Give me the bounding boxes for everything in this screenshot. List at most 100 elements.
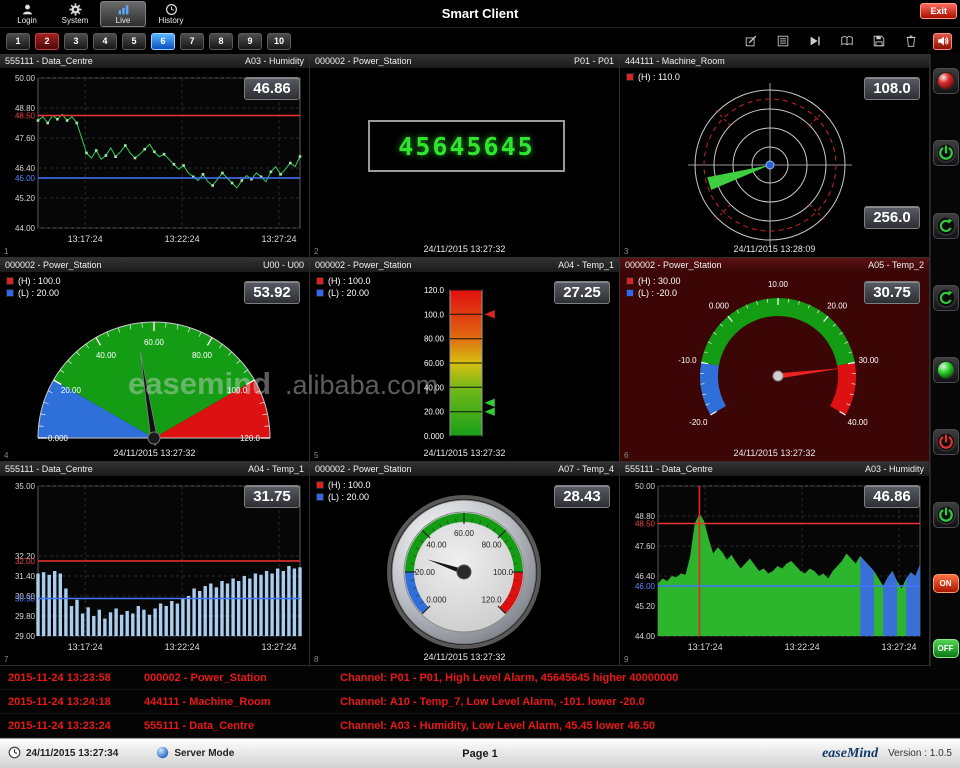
svg-text:80.00: 80.00 xyxy=(482,540,503,549)
legend-swatch xyxy=(316,481,324,489)
svg-text:40.00: 40.00 xyxy=(848,418,869,427)
page-button-5[interactable]: 5 xyxy=(122,33,146,50)
power-green-button[interactable] xyxy=(933,140,959,166)
legend-item: (L) : -20.0 xyxy=(626,288,681,298)
list-icon[interactable] xyxy=(773,33,792,50)
book-icon[interactable] xyxy=(837,33,856,50)
panel-arc-gauge-temp2[interactable]: 000002 - Power_StationA05 - Temp_2 -20.0… xyxy=(620,258,930,462)
panel-index: 4 xyxy=(4,451,8,460)
panel-source: 555111 - Data_Centre xyxy=(5,464,93,474)
panel-semi-gauge-u00[interactable]: 000002 - Power_StationU00 - U00 0.00020.… xyxy=(0,258,310,462)
alarm-row[interactable]: 2015-11-24 13:23:58000002 - Power_Statio… xyxy=(0,666,960,690)
panel-digital-power[interactable]: 000002 - Power_StationP01 - P01 45645645… xyxy=(310,54,620,258)
tab-history[interactable]: History xyxy=(148,1,194,27)
svg-text:50.00: 50.00 xyxy=(635,482,656,491)
page-button-8[interactable]: 8 xyxy=(209,33,233,50)
panel-radar-machine-room[interactable]: 444111 - Machine_Room (H) : 110.0108.025… xyxy=(620,54,930,258)
page-button-6[interactable]: 6 xyxy=(151,33,175,50)
save-icon[interactable] xyxy=(869,33,888,50)
panel-area-trend-humidity[interactable]: 555111 - Data_CentreA03 - Humidity 50.00… xyxy=(620,462,930,666)
value-display: 27.25 xyxy=(554,281,610,304)
refresh-green-button-2[interactable] xyxy=(933,285,959,311)
panel-trend-humidity[interactable]: 555111 - Data_CentreA03 - Humidity 50.00… xyxy=(0,54,310,258)
panel-round-gauge-temp4[interactable]: 000002 - Power_StationA07 - Temp_4 0.000… xyxy=(310,462,620,666)
off-button[interactable]: OFF xyxy=(933,639,959,658)
svg-text:30.00: 30.00 xyxy=(859,356,880,365)
exit-button[interactable]: Exit xyxy=(920,3,957,19)
brand-logo: easeMind xyxy=(822,746,878,762)
server-mode-text: Server Mode xyxy=(174,748,234,759)
svg-text:120.0: 120.0 xyxy=(240,434,261,443)
panel-header: 555111 - Data_CentreA03 - Humidity xyxy=(0,54,309,68)
panel-bar-trend-temp1[interactable]: 555111 - Data_CentreA04 - Temp_1 35.0032… xyxy=(0,462,310,666)
svg-text:60.00: 60.00 xyxy=(424,359,445,368)
alarm-source: 000002 - Power_Station xyxy=(144,672,340,684)
panel-header: 000002 - Power_StationA07 - Temp_4 xyxy=(310,462,619,476)
svg-text:31.40: 31.40 xyxy=(15,572,36,581)
power-green-button-2[interactable] xyxy=(933,502,959,528)
value-display: 53.92 xyxy=(244,281,300,304)
svg-text:100.0: 100.0 xyxy=(227,386,248,395)
panel-header: 444111 - Machine_Room xyxy=(620,54,929,68)
page-button-4[interactable]: 4 xyxy=(93,33,117,50)
alarm-log: 2015-11-24 13:23:58000002 - Power_Statio… xyxy=(0,666,960,738)
edit-icon[interactable] xyxy=(741,33,760,50)
panel-header: 000002 - Power_StationU00 - U00 xyxy=(0,258,309,272)
value-display: 30.75 xyxy=(864,281,920,304)
panel-source: 555111 - Data_Centre xyxy=(625,464,713,474)
panel-grid: 555111 - Data_CentreA03 - Humidity 50.00… xyxy=(0,54,930,666)
green-lamp-button[interactable] xyxy=(933,357,959,383)
export-icon[interactable] xyxy=(805,33,824,50)
panel-source: 000002 - Power_Station xyxy=(315,464,412,474)
svg-text:46.00: 46.00 xyxy=(635,582,656,591)
panel-channel: P01 - P01 xyxy=(574,56,614,66)
panel-header: 555111 - Data_CentreA03 - Humidity xyxy=(620,462,929,476)
value-display: 108.0 xyxy=(864,77,920,100)
user-icon xyxy=(21,3,34,16)
legend: (H) : 100.0(L) : 20.00 xyxy=(316,480,371,502)
svg-text:13:22:24: 13:22:24 xyxy=(785,642,820,652)
panel-index: 2 xyxy=(314,247,318,256)
legend-item: (H) : 100.0 xyxy=(316,480,371,490)
svg-text:13:17:24: 13:17:24 xyxy=(68,642,103,652)
on-button[interactable]: ON xyxy=(933,574,959,593)
title-bar: Login System Live History Smart Client E… xyxy=(0,0,960,28)
page-button-7[interactable]: 7 xyxy=(180,33,204,50)
value-display: 46.86 xyxy=(244,77,300,100)
panel-source: 000002 - Power_Station xyxy=(5,260,102,270)
status-datetime-text: 24/11/2015 13:27:34 xyxy=(26,748,118,759)
value-display: 31.75 xyxy=(244,485,300,508)
page-button-2[interactable]: 2 xyxy=(35,33,59,50)
panel-index: 3 xyxy=(624,247,628,256)
tab-live[interactable]: Live xyxy=(100,1,146,27)
legend-label: (H) : 110.0 xyxy=(638,72,680,82)
svg-text:80.00: 80.00 xyxy=(192,351,213,360)
smart-client-window: Login System Live History Smart Client E… xyxy=(0,0,960,768)
red-lamp-button[interactable] xyxy=(933,68,959,94)
status-datetime: 24/11/2015 13:27:34 xyxy=(8,746,118,762)
page-button-9[interactable]: 9 xyxy=(238,33,262,50)
alarm-time: 2015-11-24 13:24:18 xyxy=(8,696,144,708)
page-button-10[interactable]: 10 xyxy=(267,33,291,50)
alarm-row[interactable]: 2015-11-24 13:24:18444111 - Machine_Room… xyxy=(0,690,960,714)
mute-icon[interactable] xyxy=(933,33,952,50)
page-button-1[interactable]: 1 xyxy=(6,33,30,50)
legend-swatch xyxy=(626,277,634,285)
svg-text:0.000: 0.000 xyxy=(426,596,447,605)
page-button-3[interactable]: 3 xyxy=(64,33,88,50)
legend-label: (L) : 20.00 xyxy=(328,288,369,298)
svg-text:120.0: 120.0 xyxy=(424,286,445,295)
power-red-button[interactable] xyxy=(933,429,959,455)
panel-vbar-gauge-temp1[interactable]: 000002 - Power_StationA04 - Temp_1 0.000… xyxy=(310,258,620,462)
refresh-green-button[interactable] xyxy=(933,213,959,239)
alarm-row[interactable]: 2015-11-24 13:23:24555111 - Data_CentreC… xyxy=(0,714,960,738)
svg-text:46.00: 46.00 xyxy=(15,174,36,183)
legend: (H) : 110.0 xyxy=(626,72,680,82)
main-tabs: Login System Live History xyxy=(0,1,194,27)
alarm-message: Channel: A03 - Humidity, Low Level Alarm… xyxy=(340,720,960,732)
legend-item: (H) : 110.0 xyxy=(626,72,680,82)
tab-system[interactable]: System xyxy=(52,1,98,27)
trash-icon[interactable] xyxy=(901,33,920,50)
tab-login[interactable]: Login xyxy=(4,1,50,27)
legend-swatch xyxy=(316,277,324,285)
